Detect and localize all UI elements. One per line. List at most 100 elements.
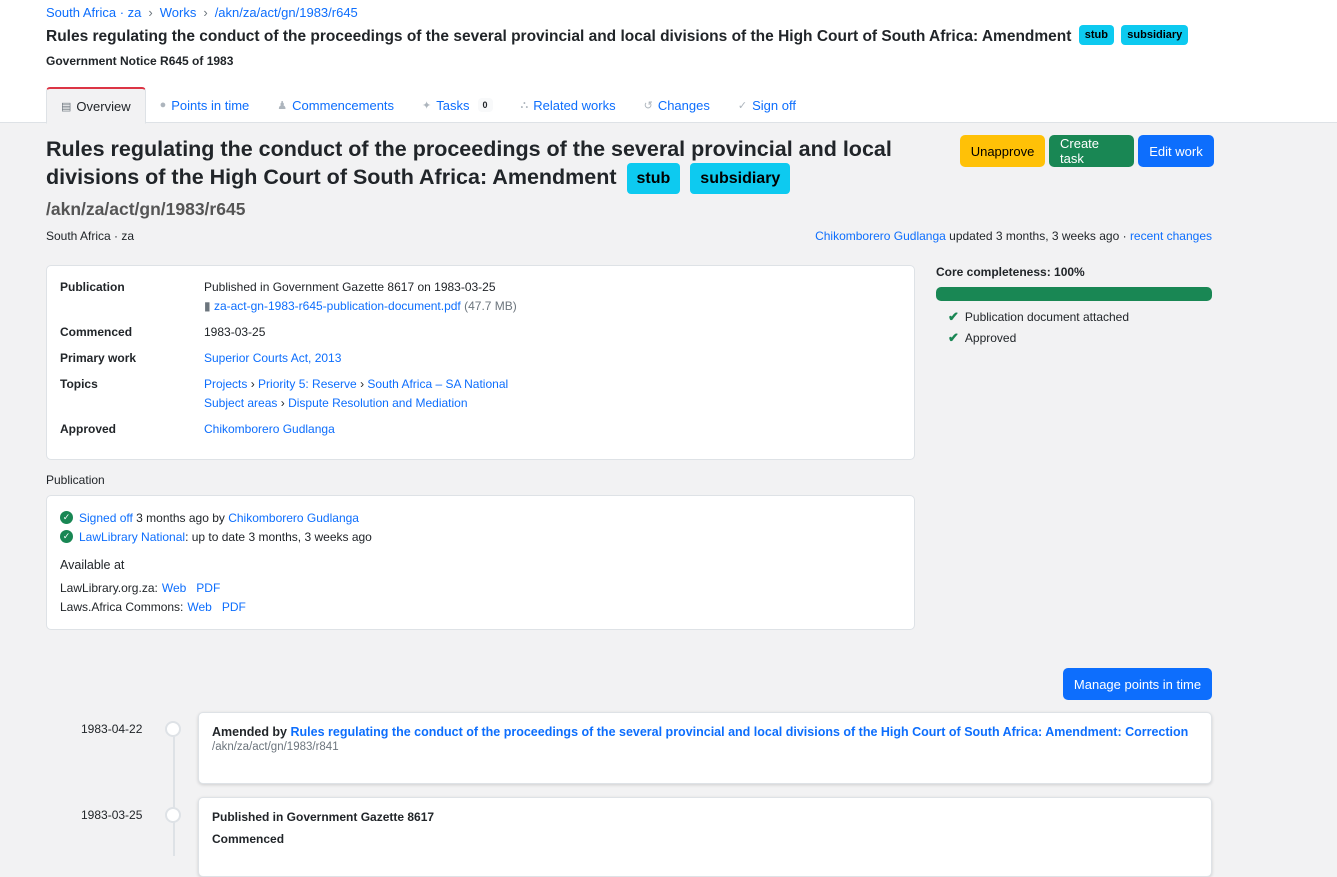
pdf-link[interactable]: PDF — [196, 581, 220, 595]
history-icon: ↺ — [643, 99, 653, 112]
publication-card: ✓ Signed off 3 months ago by Chikomborer… — [46, 495, 915, 630]
timeline-event-card: Published in Government Gazette 8617 Com… — [198, 797, 1212, 877]
header-title: Rules regulating the conduct of the proc… — [46, 28, 1072, 46]
web-link[interactable]: Web — [162, 581, 186, 595]
recent-changes-link[interactable]: recent changes — [1130, 229, 1212, 243]
checkmark-icon: ✔ — [948, 309, 959, 324]
breadcrumb: South Africa · za › Works › /akn/za/act/gn/1… — [46, 5, 358, 20]
lawlibrary-line: ✓ LawLibrary National : up to date 3 mon… — [60, 527, 901, 546]
commenced-value: 1983-03-25 — [204, 325, 266, 339]
region-label: South Africa · za — [46, 229, 135, 243]
check-circle-icon: ✓ — [737, 99, 748, 112]
amending-work-link[interactable]: Rules regulating the conduct of the proc… — [291, 725, 1189, 739]
signed-off-line: ✓ Signed off 3 months ago by Chikomborer… — [60, 508, 901, 527]
unapprove-button[interactable]: Unapprove — [960, 135, 1045, 167]
stub-badge: stub — [626, 163, 681, 194]
breadcrumb-separator: › — [203, 5, 208, 20]
publication-section-label: Publication — [46, 473, 105, 487]
subsidiary-badge: subsidiary — [1121, 25, 1189, 45]
publication-text: Published in Government Gazette 8617 on … — [204, 280, 496, 294]
updated-info: Chikomborero Gudlanga updated 3 months, … — [815, 229, 1212, 243]
site-row: Laws.Africa Commons: Web PDF — [60, 597, 901, 616]
work-tabs: ▤ Overview ● Points in time ♟ Commenceme… — [46, 87, 810, 124]
publication-label: Publication — [60, 280, 125, 294]
manage-points-in-time-button[interactable]: Manage points in time — [1063, 668, 1212, 700]
government-notice: Government Notice R645 of 1983 — [46, 54, 234, 68]
commenced-label: Commenced — [60, 325, 133, 339]
tab-commencements[interactable]: ♟ Commencements — [263, 87, 408, 123]
tab-label: Overview — [76, 98, 131, 114]
lawlibrary-national-link[interactable]: LawLibrary National — [79, 530, 185, 544]
tab-changes[interactable]: ↺ Changes — [630, 87, 724, 123]
tab-label: Points in time — [171, 97, 250, 113]
breadcrumb-place[interactable]: South Africa · za — [46, 5, 141, 20]
event-published: Published in Government Gazette 8617 — [212, 810, 435, 824]
check-circle-icon: ✓ — [60, 511, 73, 524]
edit-work-button[interactable]: Edit work — [1138, 135, 1214, 167]
pdf-link[interactable]: PDF — [222, 600, 246, 614]
subsidiary-badge: subsidiary — [690, 163, 791, 194]
action-buttons: Unapprove Create task Edit work — [960, 135, 1214, 167]
core-completeness: Core completeness: 100% ✔ Publication doc… — [936, 265, 1212, 346]
web-link[interactable]: Web — [187, 600, 211, 614]
event-prefix: Amended by — [212, 725, 291, 739]
timeline-line — [173, 728, 175, 856]
approved-label: Approved — [60, 422, 117, 436]
approved-user-link[interactable]: Chikomborero Gudlanga — [204, 420, 335, 439]
tab-points-in-time[interactable]: ● Points in time — [146, 87, 264, 123]
check-label: Approved — [964, 331, 1017, 345]
timeline-date: 1983-03-25 — [81, 808, 143, 822]
topic-link[interactable]: Projects — [204, 377, 247, 391]
topic-link[interactable]: Subject areas — [204, 396, 277, 410]
work-details-card: Publication Published in Government Gaze… — [46, 265, 915, 460]
timeline-dot — [165, 721, 181, 737]
tab-label: Related works — [533, 97, 616, 113]
file-icon: ▮ — [204, 299, 211, 313]
check-item: ✔ Approved — [936, 330, 1212, 346]
tab-sign-off[interactable]: ✓ Sign off — [724, 87, 810, 123]
tab-related-works[interactable]: ⛬ Related works — [507, 87, 630, 123]
timeline-event-card: Amended by Rules regulating the conduct … — [198, 712, 1212, 784]
timeline-dot — [165, 807, 181, 823]
stub-badge: stub — [1078, 25, 1114, 45]
event-commenced: Commenced — [212, 832, 285, 846]
breadcrumb-separator: › — [148, 5, 153, 20]
tasks-count-badge: 0 — [477, 98, 493, 112]
topics-label: Topics — [60, 377, 98, 391]
amending-work-frbr: /akn/za/act/gn/1983/r841 — [212, 741, 339, 753]
tab-overview[interactable]: ▤ Overview — [46, 87, 146, 124]
header-title-row: Rules regulating the conduct of the proc… — [46, 25, 1189, 47]
publication-document-link[interactable]: za-act-gn-1983-r645-publication-document… — [214, 299, 461, 313]
primary-work-link[interactable]: Superior Courts Act, 2013 — [204, 349, 341, 368]
signed-off-user-link[interactable]: Chikomborero Gudlanga — [228, 511, 359, 525]
tab-label: Tasks — [436, 97, 470, 113]
person-icon: ♟ — [277, 99, 288, 112]
document-icon: ▤ — [61, 100, 72, 113]
topic-link[interactable]: Dispute Resolution and Mediation — [288, 396, 467, 410]
pin-icon: ✦ — [422, 99, 432, 112]
available-at: Available at LawLibrary.org.za: Web PDF … — [60, 558, 901, 616]
topic-link[interactable]: Priority 5: Reserve — [258, 377, 357, 391]
check-circle-icon: ✓ — [60, 530, 73, 543]
frbr-uri: /akn/za/act/gn/1983/r645 — [46, 199, 246, 219]
tab-label: Sign off — [752, 97, 796, 113]
topic-link[interactable]: South Africa – SA National — [367, 377, 508, 391]
tab-label: Changes — [657, 97, 710, 113]
hierarchy-icon: ⛬ — [520, 98, 529, 111]
site-name: LawLibrary.org.za: — [60, 580, 158, 595]
tab-label: Commencements — [292, 97, 395, 113]
clock-icon: ● — [159, 99, 167, 111]
top-header: South Africa · za › Works › /akn/za/act/gn/1… — [0, 0, 1337, 124]
breadcrumb-works[interactable]: Works — [160, 5, 197, 20]
create-task-button[interactable]: Create task — [1049, 135, 1134, 167]
tab-tasks[interactable]: ✦ Tasks 0 — [408, 87, 506, 123]
updated-user-link[interactable]: Chikomborero Gudlanga — [815, 229, 946, 243]
check-item: ✔ Publication document attached — [936, 309, 1212, 325]
breadcrumb-frbr[interactable]: /akn/za/act/gn/1983/r645 — [215, 5, 358, 20]
primary-work-label: Primary work — [60, 351, 137, 365]
updated-text: updated 3 months, 3 weeks ago · — [945, 229, 1130, 243]
timeline-date: 1983-04-22 — [81, 722, 143, 736]
core-completeness-title: Core completeness: 100% — [936, 265, 1085, 279]
check-label: Publication document attached — [964, 310, 1130, 324]
signed-off-link[interactable]: Signed off — [79, 511, 133, 525]
